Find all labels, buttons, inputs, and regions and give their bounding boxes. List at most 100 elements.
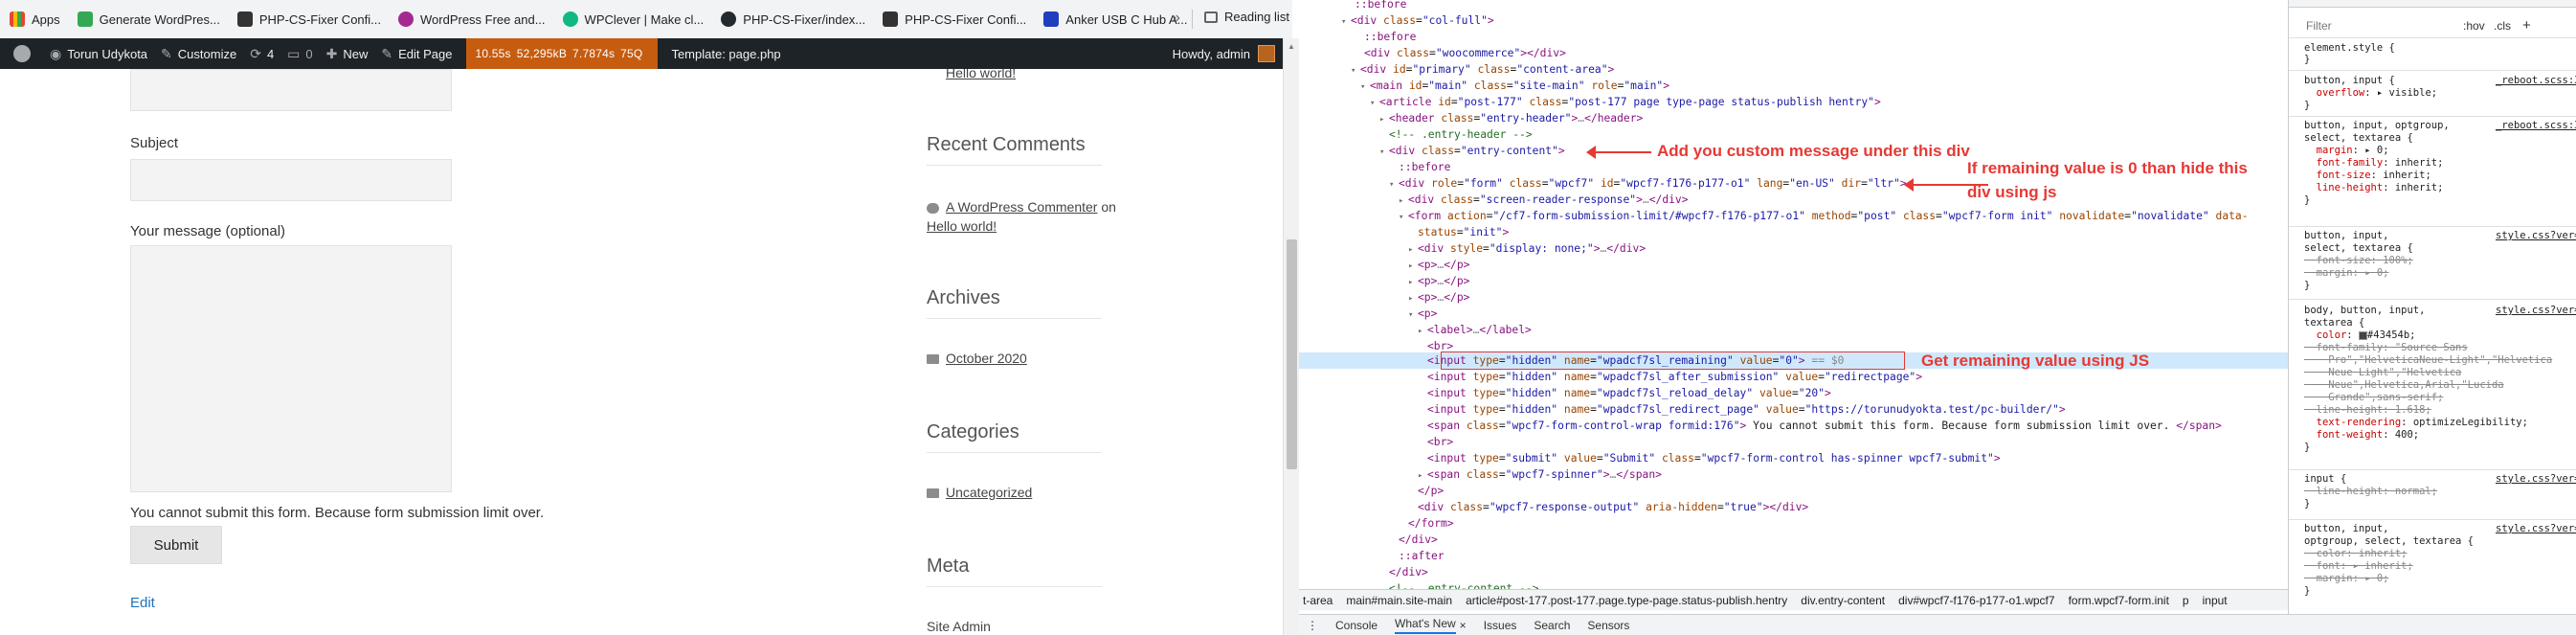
- dom-node[interactable]: ::before: [1364, 29, 1416, 45]
- new-content-menu[interactable]: ✚ New: [326, 46, 369, 62]
- query-monitor-stats[interactable]: 10.55s 52,295kB 7.7874s 75Q: [465, 38, 659, 69]
- css-rule-line[interactable]: button, input,style.css?ver=3.9.1:1: [2304, 230, 2576, 242]
- bookmarks-overflow-button[interactable]: »: [1172, 10, 1180, 27]
- previous-field[interactable]: [130, 69, 452, 111]
- dom-node[interactable]: <input type="submit" value="Submit" clas…: [1427, 450, 2001, 466]
- bookmark-item[interactable]: Generate WordPres...: [77, 11, 220, 27]
- css-rule-line[interactable]: button, input,style.css?ver=3.9.1:1: [2304, 523, 2576, 535]
- breadcrumb-item[interactable]: main#main.site-main: [1346, 594, 1452, 607]
- archive-link[interactable]: October 2020: [946, 351, 1027, 366]
- breadcrumb-item[interactable]: div.entry-content: [1801, 594, 1885, 607]
- bookmark-item[interactable]: WPClever | Make cl...: [562, 11, 704, 27]
- dom-node[interactable]: ▾ <div id="primary" class="content-area">: [1351, 61, 1614, 78]
- css-rule-line[interactable]: body, button, input,style.css?ver=3.9.1:…: [2304, 305, 2576, 317]
- template-indicator[interactable]: Template: page.php: [671, 47, 780, 61]
- submit-button[interactable]: Submit: [130, 526, 222, 564]
- close-tab-icon[interactable]: ×: [1460, 619, 1467, 632]
- scrollbar-thumb[interactable]: [1287, 239, 1297, 469]
- updates-link[interactable]: ⟳ 4: [250, 46, 274, 62]
- bookmark-apps[interactable]: Apps: [10, 11, 60, 27]
- css-rule-line[interactable]: font-weight: 400;: [2304, 429, 2419, 442]
- css-rule-line[interactable]: overflow: ▸ visible;: [2304, 87, 2437, 100]
- dom-node[interactable]: ▸ <p>…</p>: [1408, 257, 1469, 273]
- css-rule-line[interactable]: line-height: 1.618;: [2304, 404, 2431, 417]
- dom-node[interactable]: </form>: [1408, 515, 1454, 532]
- styles-tabs[interactable]: [2289, 0, 2576, 8]
- class-toggle-button[interactable]: .cls: [2494, 19, 2511, 33]
- edit-link[interactable]: Edit: [130, 595, 155, 611]
- dom-node[interactable]: <br>: [1427, 434, 1453, 450]
- bookmark-item[interactable]: Anker USB C Hub A...: [1043, 11, 1187, 27]
- dom-node[interactable]: </div>: [1389, 564, 1428, 580]
- recent-post-link[interactable]: Hello world!: [946, 69, 1016, 80]
- filter-input[interactable]: Filter: [2306, 19, 2332, 33]
- category-link[interactable]: Uncategorized: [946, 485, 1032, 500]
- bookmark-item[interactable]: PHP-CS-Fixer/index...: [721, 11, 865, 27]
- page-scrollbar[interactable]: ▲: [1283, 38, 1299, 635]
- css-rule-line[interactable]: font: ▸ inherit;: [2304, 560, 2413, 573]
- dom-node[interactable]: ▾ <p>: [1408, 306, 1437, 322]
- breadcrumb-item[interactable]: t-area: [1303, 594, 1333, 607]
- dom-node[interactable]: ::after: [1399, 548, 1445, 564]
- site-admin-link[interactable]: Site Admin: [927, 619, 991, 634]
- breadcrumb-item[interactable]: form.wpcf7-form.init: [2069, 594, 2169, 607]
- my-account-menu[interactable]: Howdy, admin: [1173, 38, 1275, 69]
- hover-state-button[interactable]: :hov: [2463, 19, 2485, 33]
- css-rule-line[interactable]: button, input {_reboot.scss:34: [2304, 75, 2576, 87]
- dom-node[interactable]: ▸ <header class="entry-header">…</header>: [1379, 110, 1643, 126]
- css-rule-line[interactable]: margin: ▸ 0;: [2304, 145, 2389, 157]
- dom-node[interactable]: <input type="hidden" name="wpadcf7sl_red…: [1427, 401, 2066, 418]
- breadcrumb-item[interactable]: p: [2183, 594, 2189, 607]
- tab-whats-new[interactable]: What's New: [1395, 617, 1456, 634]
- css-rule-line[interactable]: input {style.css?ver=3.9.1:1: [2304, 473, 2576, 486]
- tab-console[interactable]: Console: [1335, 619, 1378, 632]
- message-textarea[interactable]: [130, 245, 452, 492]
- new-rule-button[interactable]: +: [2522, 17, 2531, 34]
- css-rule-line[interactable]: color: inherit;: [2304, 548, 2408, 560]
- scroll-up-arrow-icon[interactable]: ▲: [1288, 42, 1295, 51]
- breadcrumb-item[interactable]: article#post-177.post-177.page.type-page…: [1466, 594, 1787, 607]
- tab-issues[interactable]: Issues: [1484, 619, 1517, 632]
- dom-node[interactable]: <input type="hidden" name="wpadcf7sl_aft…: [1427, 369, 1922, 385]
- dom-node[interactable]: <!-- .entry-header -->: [1389, 126, 1533, 143]
- dom-node[interactable]: <div class="wpcf7-response-output" aria-…: [1418, 499, 1808, 515]
- bookmark-item[interactable]: PHP-CS-Fixer Confi...: [883, 11, 1026, 27]
- site-name-menu[interactable]: ◉ Torun Udykota: [50, 46, 147, 62]
- css-rule-line[interactable]: font-size: inherit;: [2304, 170, 2431, 182]
- css-rule-line[interactable]: button, input, optgroup,_reboot.scss:33: [2304, 120, 2576, 132]
- dom-node[interactable]: ▾ <main id="main" class="site-main" role=…: [1360, 78, 1669, 94]
- css-rule-line[interactable]: font-family: "Source Sans: [2304, 342, 2468, 354]
- reading-list-button[interactable]: Reading list: [1204, 10, 1289, 24]
- color-swatch[interactable]: [2358, 330, 2367, 340]
- dom-node[interactable]: ▸ <p>…</p>: [1408, 273, 1469, 289]
- css-rule-line[interactable]: margin: ▸ 0;: [2304, 267, 2389, 280]
- dom-node[interactable]: ▸ <label>…</label>: [1418, 322, 1532, 338]
- breadcrumb-item[interactable]: div#wpcf7-f176-p177-o1.wpcf7: [1898, 594, 2054, 607]
- dom-node[interactable]: <span class="wpcf7-form-control-wrap for…: [1427, 418, 2222, 434]
- tab-sensors[interactable]: Sensors: [1587, 619, 1629, 632]
- dom-node[interactable]: ::before: [1399, 159, 1450, 175]
- css-rule-line[interactable]: line-height: inherit;: [2304, 182, 2444, 194]
- subject-field[interactable]: [130, 159, 452, 201]
- dom-node[interactable]: ▸ <span class="wpcf7-spinner">…</span>: [1418, 466, 1662, 483]
- dom-node[interactable]: <input type="hidden" name="wpadcf7sl_rel…: [1427, 385, 1831, 401]
- dom-node[interactable]: <div class="woocommerce"></div>: [1364, 45, 1566, 61]
- dom-node[interactable]: ▾ <div role="form" class="wpcf7" id="wpcf…: [1389, 175, 1907, 192]
- dom-node[interactable]: ▾ <form action="/cf7-form-submission-limi…: [1399, 208, 2249, 224]
- dom-node[interactable]: ▾ <div class="col-full">: [1341, 12, 1494, 29]
- dom-node[interactable]: ▾ <article id="post-177" class="post-177 …: [1370, 94, 1881, 110]
- comments-link[interactable]: ▭ 0: [287, 46, 312, 62]
- customize-link[interactable]: ✎ Customize: [161, 46, 236, 62]
- tab-search[interactable]: Search: [1534, 619, 1570, 632]
- dom-node[interactable]: ▸ <div style="display: none;">…</div>: [1408, 240, 1646, 257]
- bookmark-item[interactable]: WordPress Free and...: [398, 11, 546, 27]
- drawer-menu-icon[interactable]: ⋮: [1307, 619, 1318, 632]
- dom-node[interactable]: ::before: [1355, 0, 1406, 12]
- css-rule-line[interactable]: text-rendering: optimizeLegibility;: [2304, 417, 2528, 429]
- dom-node[interactable]: ▸ <p>…</p>: [1408, 289, 1469, 306]
- commenter-link[interactable]: A WordPress Commenter: [946, 199, 1097, 215]
- comment-post-link[interactable]: Hello world!: [927, 218, 997, 234]
- edit-page-link[interactable]: ✎ Edit Page: [381, 46, 452, 62]
- css-rule-line[interactable]: margin: ▸ 0;: [2304, 573, 2389, 585]
- css-rule-line[interactable]: line-height: normal;: [2304, 486, 2437, 498]
